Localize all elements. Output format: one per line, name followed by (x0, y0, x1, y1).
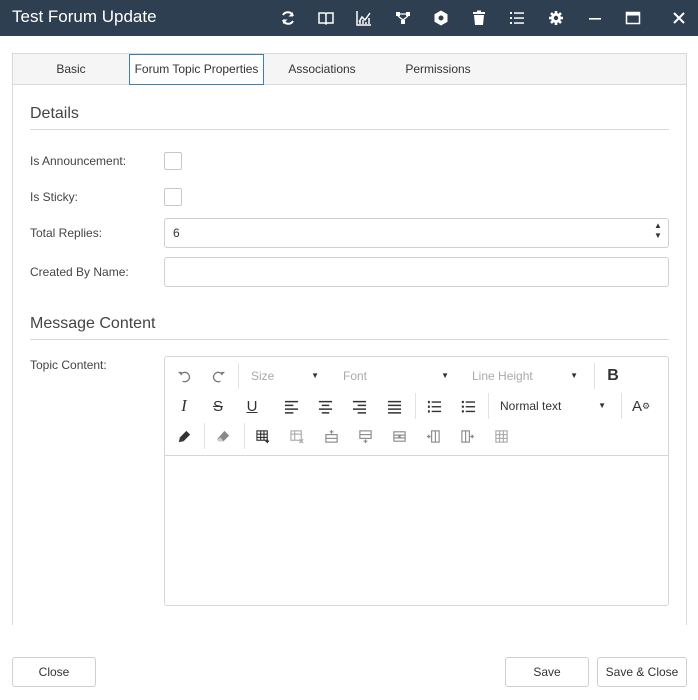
insert-table-icon[interactable] (250, 424, 276, 448)
strikethrough-button[interactable]: S (205, 394, 231, 418)
refresh-icon[interactable] (276, 6, 300, 30)
line-height-select-label: Line Height (472, 369, 533, 383)
caret-down-icon: ▼ (441, 371, 449, 380)
details-divider (30, 129, 669, 130)
toolbar-separator (621, 393, 622, 419)
undo-icon[interactable] (171, 364, 197, 388)
ordered-list-icon[interactable] (421, 394, 447, 418)
is-sticky-label: Is Sticky: (30, 190, 79, 204)
highlighter-icon[interactable] (171, 424, 197, 448)
editor-content-area[interactable] (165, 457, 668, 605)
paragraph-format-select-label: Normal text (500, 399, 562, 413)
list-icon[interactable] (505, 6, 529, 30)
toolbar-separator (488, 393, 489, 419)
redo-icon[interactable] (205, 364, 231, 388)
message-content-divider (30, 339, 669, 340)
topic-content-label: Topic Content: (30, 358, 107, 372)
minimize-icon[interactable] (583, 6, 607, 30)
align-left-icon[interactable] (278, 394, 304, 418)
font-case-button-label: A (631, 397, 642, 415)
delete-row-icon[interactable] (386, 424, 412, 448)
tab-associations[interactable]: Associations (264, 54, 380, 85)
font-family-select[interactable]: Font ▼ (343, 364, 449, 388)
align-justify-icon[interactable] (381, 394, 407, 418)
network-icon[interactable] (391, 6, 415, 30)
close-icon[interactable] (667, 6, 691, 30)
font-size-select-label: Size (251, 369, 275, 383)
tab-basic[interactable]: Basic (13, 54, 129, 85)
paragraph-format-select[interactable]: Normal text ▼ (500, 394, 606, 418)
spin-down-icon[interactable]: ▼ (653, 231, 663, 241)
total-replies-spinner[interactable]: ▲ ▼ (653, 221, 663, 243)
bold-button[interactable]: B (600, 364, 626, 388)
eraser-icon[interactable] (210, 424, 236, 448)
is-sticky-checkbox[interactable] (164, 188, 182, 206)
font-family-select-label: Font (343, 369, 368, 383)
chart-icon[interactable] (352, 6, 376, 30)
book-icon[interactable] (314, 6, 338, 30)
toolbar-separator (204, 423, 205, 449)
maximize-icon[interactable] (621, 6, 645, 30)
total-replies-label: Total Replies: (30, 226, 103, 240)
tab-forum-topic-properties[interactable]: Forum Topic Properties (129, 54, 264, 85)
close-button[interactable]: Close (12, 657, 96, 687)
merge-cells-icon[interactable] (488, 424, 514, 448)
is-announcement-checkbox[interactable] (164, 152, 182, 170)
delete-table-icon[interactable] (284, 424, 310, 448)
form-panel: Basic Forum Topic Properties Association… (12, 53, 687, 625)
details-section-title: Details (30, 105, 79, 122)
line-height-select[interactable]: Line Height ▼ (472, 364, 578, 388)
tab-permissions[interactable]: Permissions (380, 54, 496, 85)
italic-button[interactable]: I (171, 394, 197, 418)
toolbar-separator (244, 423, 245, 449)
font-case-symbol-icon: ⚙ (641, 400, 651, 411)
insert-row-below-icon[interactable] (352, 424, 378, 448)
align-center-icon[interactable] (312, 394, 338, 418)
caret-down-icon: ▼ (311, 371, 319, 380)
trash-icon[interactable] (467, 6, 491, 30)
is-announcement-label: Is Announcement: (30, 154, 127, 168)
align-right-icon[interactable] (346, 394, 372, 418)
insert-column-left-icon[interactable] (420, 424, 446, 448)
unordered-list-icon[interactable] (455, 394, 481, 418)
toolbar-separator (238, 363, 239, 389)
editor-toolbar: Size ▼ Font ▼ Line Height ▼ B I S U Norm… (165, 357, 668, 456)
title-bar: Test Forum Update (0, 0, 698, 36)
created-by-name-input[interactable] (164, 257, 669, 287)
tab-bar: Basic Forum Topic Properties Association… (13, 54, 686, 85)
gear-icon[interactable] (544, 6, 568, 30)
spin-up-icon[interactable]: ▲ (653, 221, 663, 231)
settings-badge-icon[interactable] (429, 6, 453, 30)
save-button[interactable]: Save (505, 657, 589, 687)
insert-row-above-icon[interactable] (318, 424, 344, 448)
toolbar-separator (415, 393, 416, 419)
total-replies-field: ▲ ▼ (164, 218, 669, 248)
underline-button[interactable]: U (239, 394, 265, 418)
topic-content-editor: Size ▼ Font ▼ Line Height ▼ B I S U Norm… (164, 356, 669, 606)
message-content-section-title: Message Content (30, 315, 156, 332)
toolbar-separator (594, 363, 595, 389)
created-by-name-label: Created By Name: (30, 265, 129, 279)
save-and-close-button[interactable]: Save & Close (597, 657, 687, 687)
font-size-select[interactable]: Size ▼ (251, 364, 319, 388)
caret-down-icon: ▼ (570, 371, 578, 380)
insert-column-right-icon[interactable] (454, 424, 480, 448)
total-replies-input[interactable] (164, 218, 669, 248)
font-case-button[interactable]: A ⚙ (628, 394, 654, 418)
caret-down-icon: ▼ (598, 401, 606, 410)
window-title: Test Forum Update (12, 7, 157, 26)
